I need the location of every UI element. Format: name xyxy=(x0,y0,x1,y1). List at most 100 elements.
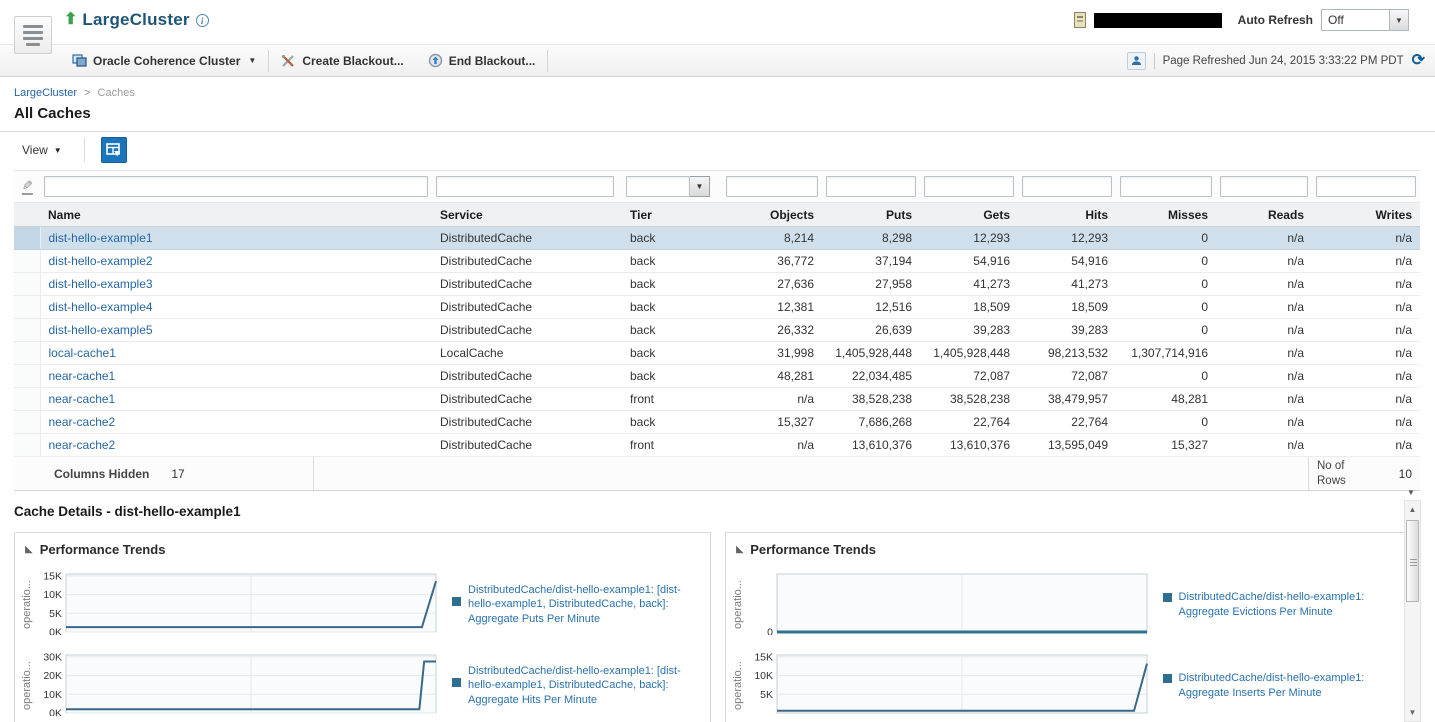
splitter-collapse-icon[interactable]: ▼ xyxy=(1402,487,1420,498)
scrollbar-thumb[interactable] xyxy=(1406,520,1419,602)
breadcrumb-largecluster-link[interactable]: LargeCluster xyxy=(14,87,77,99)
filter-tier-input[interactable] xyxy=(626,176,690,197)
vertical-scrollbar[interactable]: ▲ ▼ xyxy=(1404,500,1421,722)
row-header-cell[interactable] xyxy=(14,434,40,457)
cache-name-cell[interactable]: dist-hello-example1 xyxy=(40,227,432,250)
table-row[interactable]: near-cache2DistributedCacheback15,3277,6… xyxy=(14,411,1420,434)
end-blackout-button[interactable]: End Blackout... xyxy=(416,45,548,76)
cache-name-cell[interactable]: dist-hello-example3 xyxy=(40,273,432,296)
table-row[interactable]: dist-hello-example1DistributedCacheback8… xyxy=(14,227,1420,250)
cache-name-link[interactable]: near-cache1 xyxy=(49,369,116,383)
col-name[interactable]: Name xyxy=(40,203,432,227)
table-row[interactable]: dist-hello-example3DistributedCacheback2… xyxy=(14,273,1420,296)
table-cell: 27,636 xyxy=(722,273,822,296)
col-service[interactable]: Service xyxy=(432,203,622,227)
create-blackout-button[interactable]: Create Blackout... xyxy=(269,45,415,76)
row-header-cell[interactable] xyxy=(14,319,40,342)
table-row[interactable]: dist-hello-example2DistributedCacheback3… xyxy=(14,250,1420,273)
disclosure-triangle-icon[interactable]: ◢ xyxy=(25,545,33,555)
row-header-cell[interactable] xyxy=(14,411,40,434)
cache-name-link[interactable]: dist-hello-example3 xyxy=(49,277,153,291)
cache-name-cell[interactable]: near-cache2 xyxy=(40,434,432,457)
legend-text[interactable]: DistributedCache/dist-hello-example1: Ag… xyxy=(1179,671,1373,700)
filter-tier-caret-icon[interactable]: ▼ xyxy=(690,176,710,197)
scroll-down-icon[interactable]: ▼ xyxy=(1405,705,1420,720)
filter-hits-input[interactable] xyxy=(1022,176,1112,197)
cache-name-link[interactable]: dist-hello-example2 xyxy=(49,254,153,268)
row-header-cell[interactable] xyxy=(14,365,40,388)
query-by-example-button[interactable] xyxy=(101,137,127,163)
table-cell: n/a xyxy=(1312,273,1420,296)
filter-name-input[interactable] xyxy=(44,176,428,197)
table-cell: back xyxy=(622,319,722,342)
table-row[interactable]: dist-hello-example4DistributedCacheback1… xyxy=(14,296,1420,319)
row-header-cell[interactable] xyxy=(14,250,40,273)
cache-name-cell[interactable]: dist-hello-example2 xyxy=(40,250,432,273)
cache-name-link[interactable]: dist-hello-example1 xyxy=(49,231,153,245)
table-cell: n/a xyxy=(1216,296,1312,319)
sidebar-menu-button[interactable] xyxy=(14,16,52,54)
filter-gets-input[interactable] xyxy=(924,176,1014,197)
scroll-up-icon[interactable]: ▲ xyxy=(1405,502,1420,517)
legend-text[interactable]: DistributedCache/dist-hello-example1: [d… xyxy=(468,583,688,626)
col-puts[interactable]: Puts xyxy=(822,203,920,227)
personalize-page-button[interactable] xyxy=(1127,52,1146,70)
col-objects[interactable]: Objects xyxy=(722,203,822,227)
col-reads[interactable]: Reads xyxy=(1216,203,1312,227)
cache-name-cell[interactable]: near-cache2 xyxy=(40,411,432,434)
chart-plot-area[interactable]: 30K20K10K0K xyxy=(36,652,440,719)
disclosure-triangle-icon[interactable]: ◢ xyxy=(736,545,744,555)
col-misses[interactable]: Misses xyxy=(1116,203,1216,227)
cluster-menu-label: Oracle Coherence Cluster xyxy=(93,54,240,68)
table-cell: 0 xyxy=(1116,273,1216,296)
table-row[interactable]: near-cache1DistributedCachefrontn/a38,52… xyxy=(14,388,1420,411)
row-header-cell[interactable] xyxy=(14,388,40,411)
cache-name-link[interactable]: near-cache2 xyxy=(49,438,116,452)
filter-writes-input[interactable] xyxy=(1316,176,1416,197)
info-icon[interactable]: i xyxy=(196,14,209,27)
col-gets[interactable]: Gets xyxy=(920,203,1018,227)
cache-name-link[interactable]: near-cache2 xyxy=(49,415,116,429)
row-header-cell[interactable] xyxy=(14,227,40,250)
chart-plot-area[interactable]: 0 xyxy=(747,571,1151,638)
filter-puts-input[interactable] xyxy=(826,176,916,197)
table-row[interactable]: near-cache2DistributedCachefrontn/a13,61… xyxy=(14,434,1420,457)
toolbar-separator xyxy=(547,50,548,72)
col-tier[interactable]: Tier xyxy=(622,203,722,227)
cache-name-link[interactable]: dist-hello-example4 xyxy=(49,300,153,314)
cache-name-link[interactable]: local-cache1 xyxy=(49,346,116,360)
col-hits[interactable]: Hits xyxy=(1018,203,1116,227)
cache-name-cell[interactable]: dist-hello-example4 xyxy=(40,296,432,319)
row-header-cell[interactable] xyxy=(14,296,40,319)
refresh-button[interactable]: ⟳ xyxy=(1412,53,1425,69)
table-cell: 38,528,238 xyxy=(822,388,920,411)
legend-text[interactable]: DistributedCache/dist-hello-example1: [d… xyxy=(468,664,688,707)
chart-plot-area[interactable]: 15K10K5K xyxy=(747,652,1151,719)
cache-name-link[interactable]: near-cache1 xyxy=(49,392,116,406)
filter-reads-input[interactable] xyxy=(1220,176,1308,197)
col-writes[interactable]: Writes xyxy=(1312,203,1420,227)
cluster-icon xyxy=(72,54,87,68)
table-filter-icon xyxy=(106,143,121,157)
cache-name-cell[interactable]: local-cache1 xyxy=(40,342,432,365)
filter-misses-input[interactable] xyxy=(1120,176,1212,197)
filter-service-input[interactable] xyxy=(436,176,614,197)
cache-name-link[interactable]: dist-hello-example5 xyxy=(49,323,153,337)
table-row[interactable]: dist-hello-example5DistributedCacheback2… xyxy=(14,319,1420,342)
table-row[interactable]: local-cache1LocalCacheback31,9981,405,92… xyxy=(14,342,1420,365)
cluster-menu-button[interactable]: Oracle Coherence Cluster ▼ xyxy=(60,45,268,76)
table-row[interactable]: near-cache1DistributedCacheback48,28122,… xyxy=(14,365,1420,388)
chart-plot-area[interactable]: 15K10K5K0K xyxy=(36,571,440,638)
filter-objects-input[interactable] xyxy=(726,176,818,197)
auto-refresh-caret-icon[interactable]: ▼ xyxy=(1389,10,1408,30)
row-header-cell[interactable] xyxy=(14,273,40,296)
view-menu-button[interactable]: View ▼ xyxy=(22,143,62,157)
cache-name-cell[interactable]: dist-hello-example5 xyxy=(40,319,432,342)
row-header-cell[interactable] xyxy=(14,342,40,365)
page-title: All Caches xyxy=(14,105,1435,122)
table-cell: n/a xyxy=(1216,273,1312,296)
cache-name-cell[interactable]: near-cache1 xyxy=(40,388,432,411)
legend-text[interactable]: DistributedCache/dist-hello-example1: Ag… xyxy=(1179,590,1373,619)
cache-name-cell[interactable]: near-cache1 xyxy=(40,365,432,388)
auto-refresh-select[interactable]: Off ▼ xyxy=(1321,9,1409,31)
